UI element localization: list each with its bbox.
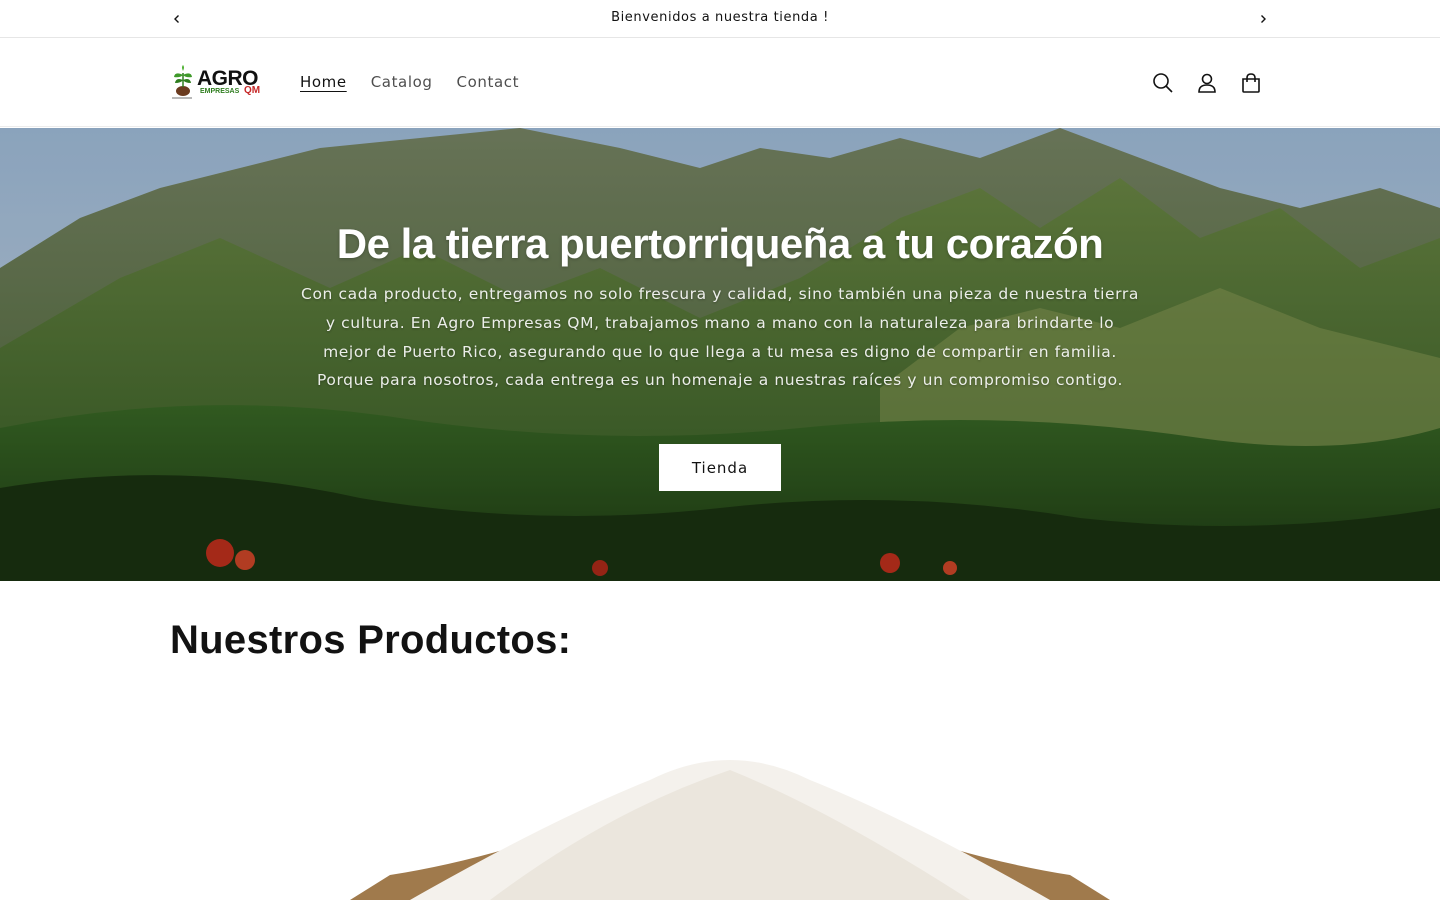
main-nav: Home Catalog Contact <box>288 73 531 91</box>
account-button[interactable] <box>1185 68 1229 98</box>
site-header: AGRO EMPRESAS QM Home Catalog Contact <box>0 39 1440 127</box>
announcement-next-button[interactable] <box>1253 9 1273 29</box>
flour-bowl-image <box>170 700 1270 900</box>
search-button[interactable] <box>1141 68 1185 98</box>
nav-home[interactable]: Home <box>288 73 359 91</box>
logo-text-sub: EMPRESAS <box>200 88 240 95</box>
cart-button[interactable] <box>1229 68 1273 98</box>
site-logo-link[interactable]: AGRO EMPRESAS QM <box>170 65 262 103</box>
chevron-right-icon <box>1261 15 1266 23</box>
products-section-title: Nuestros Productos: <box>170 618 572 662</box>
hero-description: Con cada producto, entregamos no solo fr… <box>301 285 1139 390</box>
announcement-message: Bienvenidos a nuestra tienda ! <box>611 10 829 25</box>
announcement-bar: Bienvenidos a nuestra tienda ! <box>0 0 1440 38</box>
account-icon <box>1198 73 1216 93</box>
shop-button[interactable]: Tienda <box>659 444 781 491</box>
logo-text-tail: QM <box>244 85 261 96</box>
header-icons <box>1141 68 1273 98</box>
hero-banner: De la tierra puertorriqueña a tu corazón… <box>0 128 1440 581</box>
search-icon <box>1153 73 1173 93</box>
nav-contact[interactable]: Contact <box>445 73 532 91</box>
product-image[interactable] <box>170 700 1270 900</box>
cart-icon <box>1242 73 1260 93</box>
nav-catalog[interactable]: Catalog <box>359 73 445 91</box>
hero-title: De la tierra puertorriqueña a tu corazón <box>336 220 1104 267</box>
